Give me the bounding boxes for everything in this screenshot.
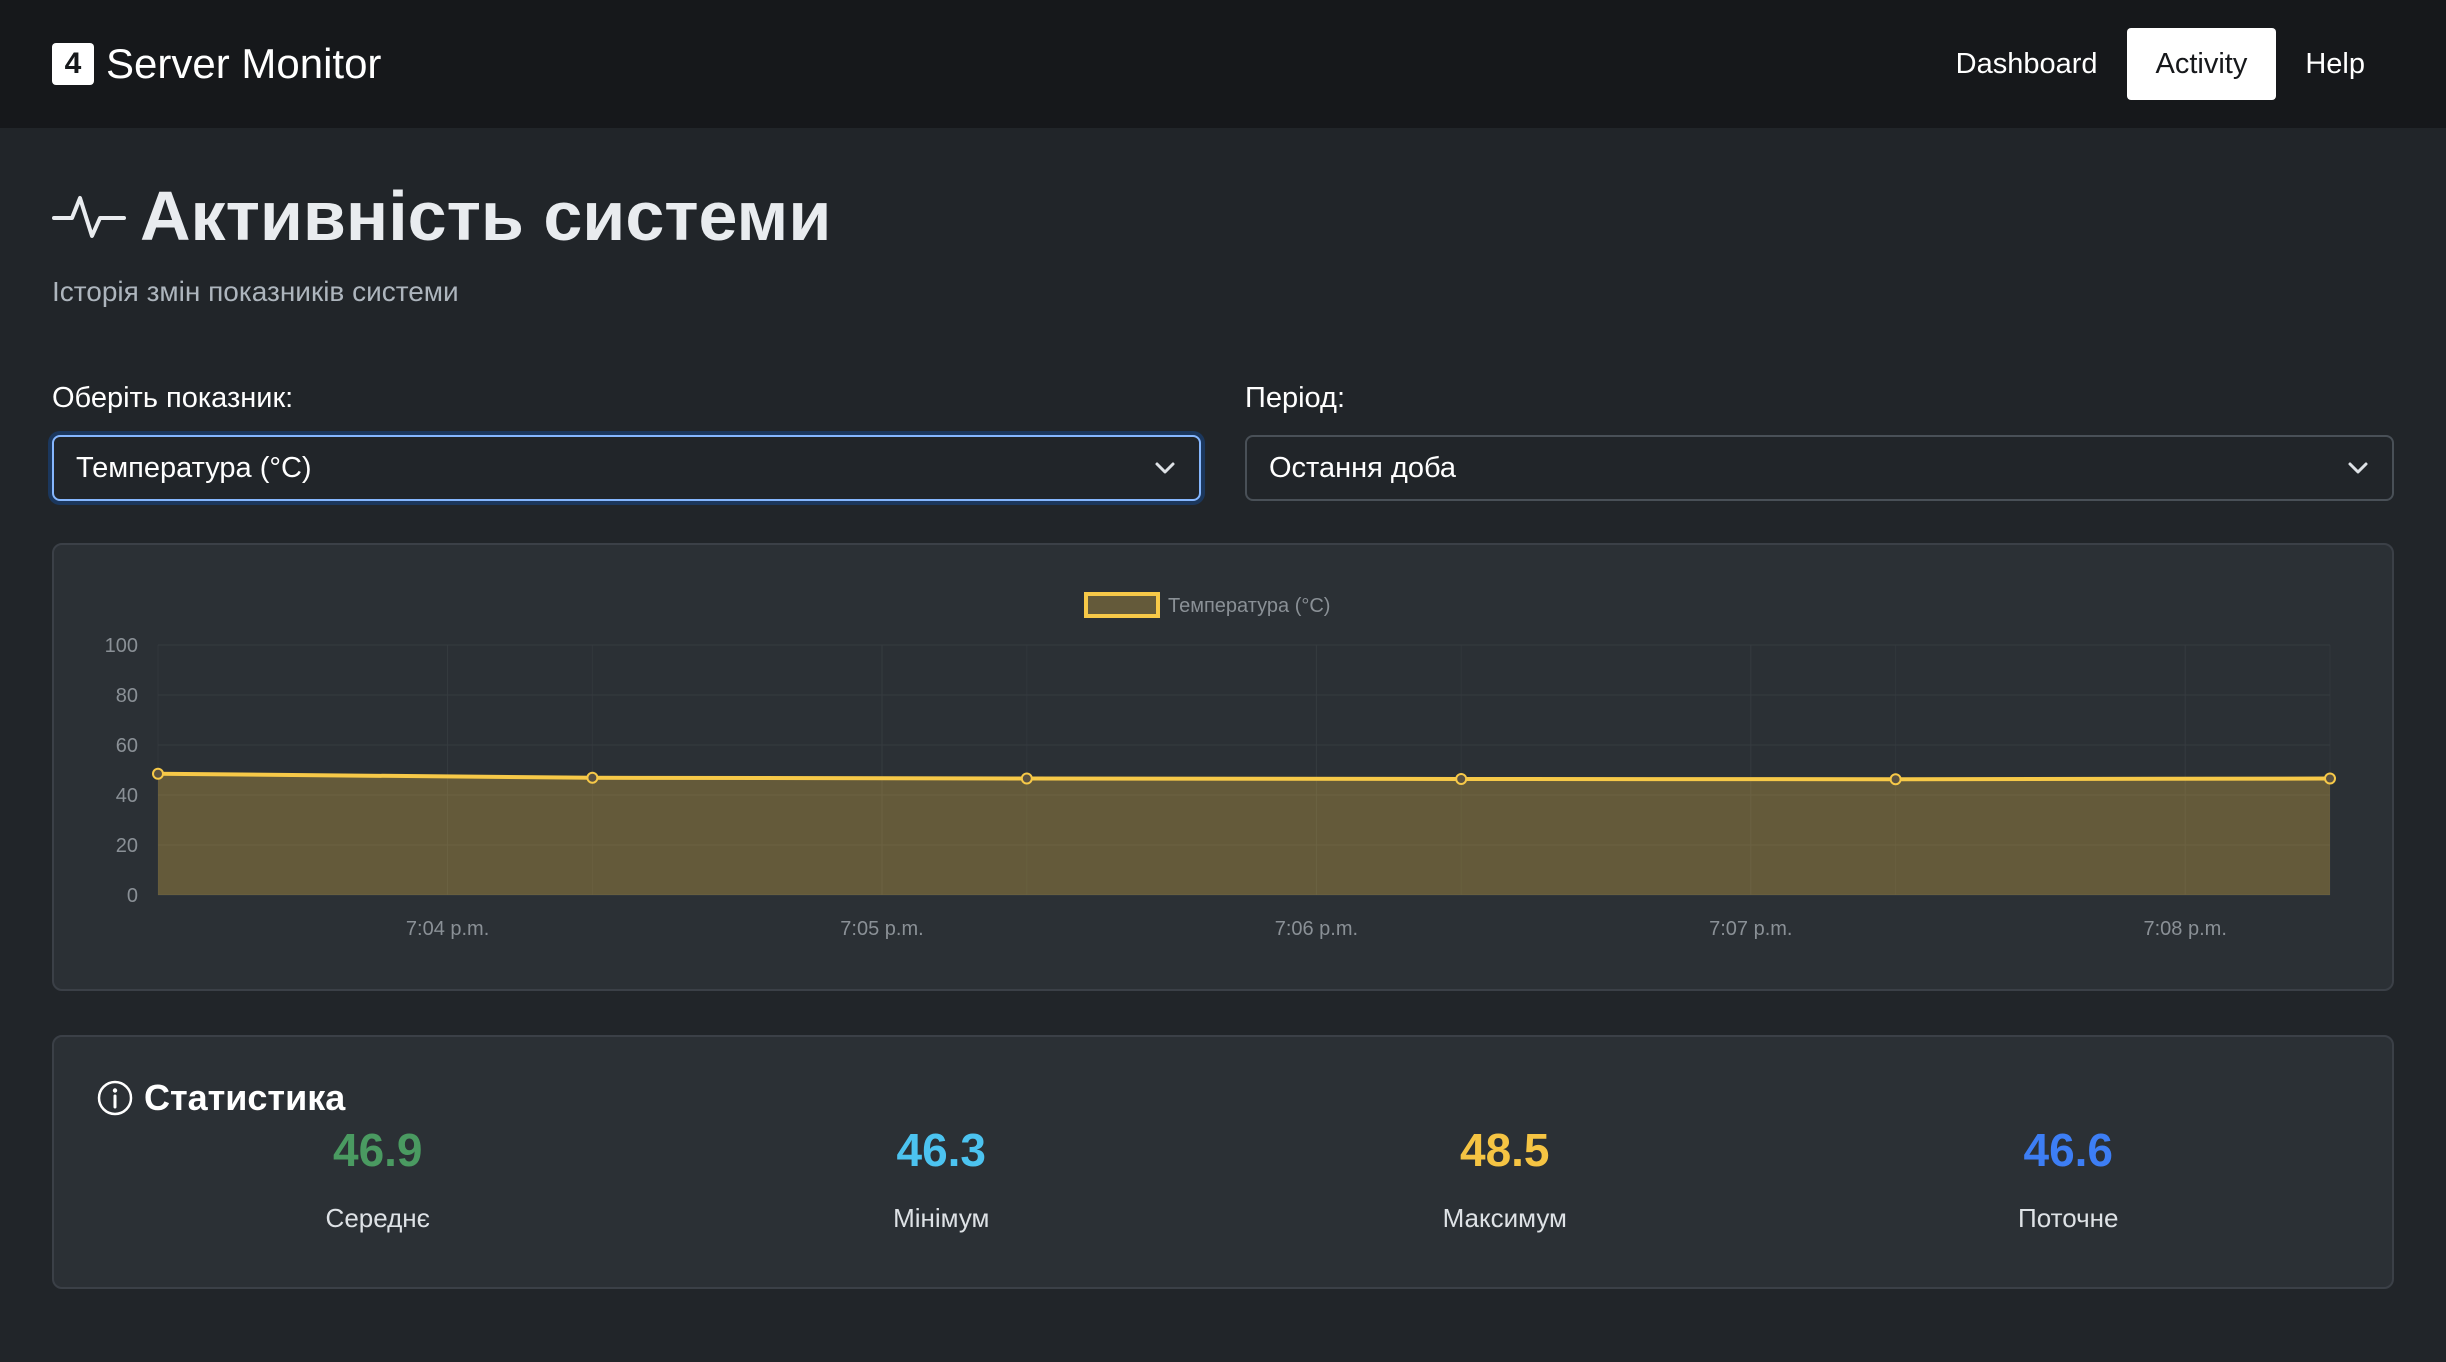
- data-point: [1889, 773, 1902, 786]
- stat-maximum-value: 48.5: [1459, 1124, 1550, 1176]
- chart-card: 100 80 60 40 20 0 7:04 p.m. 7:05 p.m. 7:06 p.m. 7…: [52, 543, 2394, 991]
- y-tick-label: 60: [116, 735, 138, 757]
- nav-menu: Dashboard Activity Help: [1927, 28, 2394, 100]
- legend-label: Температура (°C): [1168, 595, 1330, 617]
- stat-current-value: 46.6: [2023, 1124, 2114, 1176]
- period-select[interactable]: Остання доба: [1245, 435, 2394, 501]
- stat-minimum-value: 46.3: [896, 1124, 987, 1176]
- data-point: [1455, 773, 1468, 785]
- stats-header: Статистика: [96, 1077, 2350, 1119]
- stats-card: Статистика 46.9 Середнє 46.3 Мінімум 48.…: [52, 1035, 2394, 1289]
- stat-current: 46.6 Поточне: [1787, 1119, 2351, 1234]
- nav-item-dashboard[interactable]: Dashboard: [1927, 28, 2127, 100]
- data-point: [152, 767, 164, 780]
- data-point: [2324, 772, 2336, 785]
- stat-average-label: Середнє: [325, 1203, 430, 1233]
- stat-average: 46.9 Середнє: [96, 1119, 660, 1234]
- y-tick-label: 20: [116, 835, 138, 857]
- page-subtitle: Історія змін показників системи: [52, 276, 459, 307]
- stat-average-value: 46.9: [332, 1124, 423, 1176]
- y-tick-label: 100: [105, 635, 138, 657]
- filters: Оберіть показник: Температура (°C) Періо…: [52, 382, 2394, 501]
- temperature-chart: 100 80 60 40 20 0 7:04 p.m. 7:05 p.m. 7:06 p.m. 7…: [105, 592, 2336, 940]
- series-area: [158, 773, 2330, 895]
- nav-item-help[interactable]: Help: [2276, 28, 2394, 100]
- stats-title: Статистика: [144, 1077, 346, 1118]
- brand-title: Server Monitor: [106, 40, 382, 87]
- y-tick-label: 80: [116, 685, 138, 707]
- y-tick-label: 0: [127, 885, 138, 907]
- x-tick-label: 7:07 p.m.: [1709, 918, 1792, 940]
- data-point: [1020, 772, 1033, 785]
- metric-label: Оберіть показник:: [52, 382, 294, 414]
- period-label: Період:: [1245, 382, 1346, 414]
- chevron-down-icon: [1155, 462, 1175, 474]
- brand-logo-icon: 4: [52, 43, 94, 85]
- period-filter: Період: Остання доба: [1245, 382, 2394, 501]
- metric-select-value: Температура (°C): [76, 451, 312, 484]
- page-header: Активність системи: [52, 176, 2394, 256]
- series-line: [157, 771, 2331, 782]
- legend-swatch: [1084, 592, 1160, 618]
- brand[interactable]: 4 Server Monitor: [52, 40, 381, 88]
- nav-item-activity[interactable]: Activity: [2126, 28, 2277, 100]
- y-tick-label: 40: [116, 785, 138, 807]
- page-title: Активність системи: [140, 177, 832, 255]
- stat-maximum-label: Максимум: [1442, 1203, 1567, 1233]
- main-content: Активність системи Історія змін показник…: [0, 176, 2446, 1289]
- stats-grid: 46.9 Середнє 46.3 Мінімум 48.5 Максимум …: [96, 1119, 2350, 1234]
- stat-maximum: 48.5 Максимум: [1223, 1119, 1787, 1234]
- activity-pulse-icon: [52, 196, 126, 238]
- x-tick-label: 7:08 p.m.: [2144, 918, 2227, 940]
- data-point: [586, 771, 599, 784]
- metric-filter: Оберіть показник: Температура (°C): [52, 382, 1201, 501]
- info-circle-icon: [97, 1080, 133, 1116]
- x-tick-label: 7:06 p.m.: [1275, 918, 1358, 940]
- period-select-value: Остання доба: [1269, 451, 1457, 484]
- stat-minimum: 46.3 Мінімум: [660, 1119, 1224, 1234]
- metric-select[interactable]: Температура (°C): [52, 435, 1201, 501]
- stat-minimum-label: Мінімум: [893, 1203, 990, 1233]
- chevron-down-icon: [2348, 462, 2368, 474]
- x-tick-label: 7:04 p.m.: [406, 918, 489, 940]
- x-tick-label: 7:05 p.m.: [840, 918, 923, 940]
- stat-current-label: Поточне: [2018, 1203, 2119, 1233]
- top-navbar: 4 Server Monitor Dashboard Activity Help: [0, 0, 2446, 128]
